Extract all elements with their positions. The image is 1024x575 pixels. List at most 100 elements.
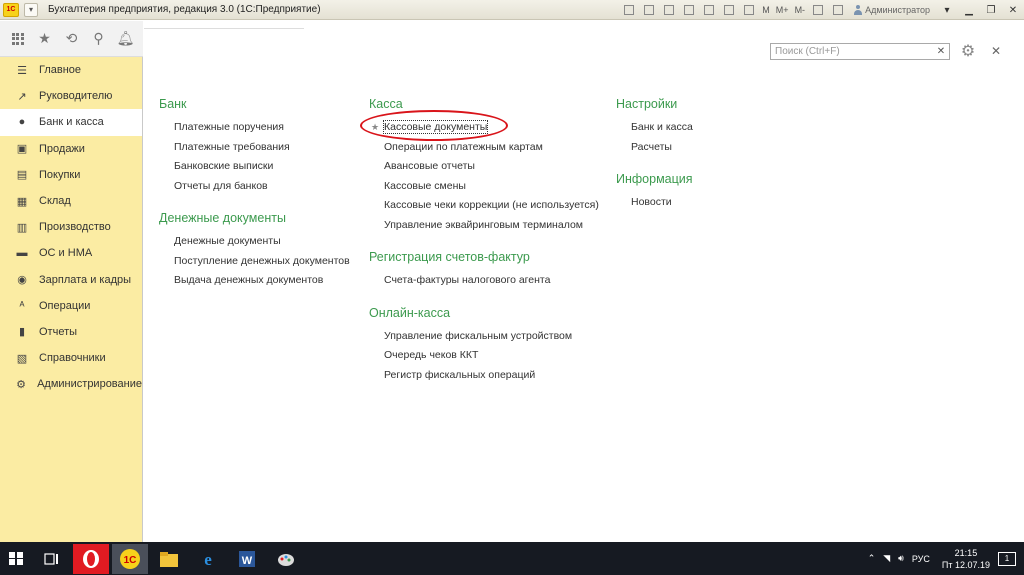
upload-icon[interactable] <box>681 3 697 17</box>
basket-icon: ▤ <box>16 169 28 182</box>
nav-link-label: Кассовые смены <box>384 179 466 192</box>
user-menu[interactable]: Администратор <box>854 5 930 15</box>
menu-lines-icon: ☰ <box>17 64 27 77</box>
zoom-icon[interactable] <box>810 3 826 17</box>
group-title[interactable]: Онлайн-касса <box>369 305 599 321</box>
paint-icon[interactable] <box>268 544 304 574</box>
group-title[interactable]: Денежные документы <box>159 210 350 226</box>
sidebar-item-label: Отчеты <box>39 325 78 338</box>
sidebar-item[interactable]: ⚙ Администрирование <box>0 371 142 397</box>
nav-link[interactable]: Банковские выписки <box>174 157 350 177</box>
nav-link[interactable]: Авансовые отчеты <box>384 157 599 177</box>
start-button[interactable] <box>0 542 32 575</box>
user-name: Администратор <box>865 5 930 15</box>
sidebar-item[interactable]: ▥ Производство <box>0 214 142 240</box>
group-title[interactable]: Настройки <box>616 96 693 112</box>
onec-app-icon[interactable]: 1C <box>111 543 148 574</box>
nav-link[interactable]: Кассовые смены <box>384 177 599 197</box>
nav-link[interactable]: Управление фискальным устройством <box>384 327 599 347</box>
preview-icon[interactable] <box>661 3 677 17</box>
search-icon[interactable]: ⚲ <box>89 29 109 49</box>
info-icon[interactable] <box>830 3 846 17</box>
sidebar-item[interactable]: ▣ Продажи <box>0 136 142 162</box>
maximize-button[interactable]: ❐ <box>980 0 1002 20</box>
settings-gear-icon[interactable]: ⚙ <box>958 41 978 61</box>
memory-plus-button[interactable]: M+ <box>776 5 789 15</box>
sidebar-item[interactable]: ↗ Руководителю <box>0 83 142 109</box>
sidebar-item-label: Склад <box>39 195 71 208</box>
search-input[interactable]: Поиск (Ctrl+F) <box>770 43 934 60</box>
nav-link[interactable]: Отчеты для банков <box>174 177 350 197</box>
history-icon[interactable]: ⟲ <box>62 29 82 49</box>
opera-icon[interactable] <box>72 543 109 574</box>
sidebar-item[interactable]: ▬ ОС и НМА <box>0 240 142 266</box>
nav-link[interactable]: Денежные документы <box>174 232 350 252</box>
nav-link[interactable]: Выдача денежных документов <box>174 271 350 291</box>
notifications-icon[interactable]: 1 <box>998 551 1016 566</box>
search-clear-icon[interactable]: ✕ <box>933 43 950 60</box>
nav-link[interactable]: Регистр фискальных операций <box>384 366 599 386</box>
sidebar-item[interactable]: ▮ Отчеты <box>0 319 142 345</box>
nav-link[interactable]: Счета-фактуры налогового агента <box>384 271 599 291</box>
sidebar-item[interactable]: ◉ Зарплата и кадры <box>0 267 142 293</box>
home-tab[interactable] <box>144 21 304 29</box>
word-icon[interactable]: W <box>229 544 265 574</box>
tray-up-arrow-icon[interactable]: ⌃ <box>868 553 876 564</box>
car-icon: ▬ <box>16 247 28 260</box>
sidebar-item-label: Производство <box>39 221 111 234</box>
nav-link[interactable]: Расчеты <box>631 138 693 158</box>
volume-icon[interactable]: 🔊︎ <box>898 553 904 564</box>
column-bank: Банк Платежные поручения Платежные требова… <box>159 96 350 305</box>
save-icon[interactable] <box>621 3 637 17</box>
column-settings: Настройки Банк и касса Расчеты Информация Но… <box>616 96 693 227</box>
nav-link[interactable]: Платежные поручения <box>174 118 350 138</box>
close-window-button[interactable]: ✕ <box>1002 0 1024 20</box>
print-icon[interactable] <box>641 3 657 17</box>
nav-link[interactable]: Банк и касса <box>631 118 693 138</box>
bell-icon[interactable]: 🔔︎ <box>116 29 136 49</box>
sidebar-item[interactable]: ▧ Справочники <box>0 345 142 371</box>
group-title[interactable]: Регистрация счетов-фактур <box>369 249 599 265</box>
nav-link[interactable]: Кассовые чеки коррекции (не используется… <box>384 196 599 216</box>
group-title[interactable]: Касса <box>369 96 599 112</box>
task-view-icon[interactable] <box>34 544 70 574</box>
nav-link[interactable]: ★ Кассовые документы <box>371 118 599 138</box>
clock[interactable]: 21:15 Пт 12.07.19 <box>942 547 990 571</box>
memory-button[interactable]: M <box>762 5 770 15</box>
internet-explorer-icon[interactable]: e <box>190 544 226 574</box>
sidebar-item[interactable]: ▤ Покупки <box>0 162 142 188</box>
link-icon[interactable] <box>701 3 717 17</box>
window-menu-icon[interactable]: ▾ <box>936 0 958 20</box>
group-title[interactable]: Информация <box>616 171 693 187</box>
language-indicator[interactable]: РУС <box>912 554 930 564</box>
nav-link[interactable]: Новости <box>631 193 693 213</box>
nav-link[interactable]: Поступление денежных документов <box>174 252 350 272</box>
apps-grid-icon[interactable] <box>8 29 28 49</box>
main-menu-button[interactable]: ▾ <box>24 2 38 17</box>
sidebar-item[interactable]: ● Банк и касса <box>0 109 142 136</box>
nav-link[interactable]: Очередь чеков ККТ <box>384 346 599 366</box>
nav-link-label: Новости <box>631 196 672 208</box>
favorites-star-icon[interactable]: ★ <box>35 29 55 49</box>
sidebar-item-label: Администрирование <box>37 378 142 391</box>
window-title: Бухгалтерия предприятия, редакция 3.0 (1… <box>48 4 321 15</box>
group-title[interactable]: Банк <box>159 96 350 112</box>
minimize-button[interactable]: ▁ <box>958 0 980 20</box>
nav-link-label: Управление фискальным устройством <box>384 329 573 342</box>
close-section-icon[interactable]: ✕ <box>988 42 1004 60</box>
sidebar-item[interactable]: ᴬ Операции <box>0 293 142 319</box>
nav-link[interactable]: Управление эквайринговым терминалом <box>384 216 599 236</box>
calendar-icon[interactable] <box>741 3 757 17</box>
svg-text:e: e <box>204 550 212 569</box>
nav-link[interactable]: Операции по платежным картам <box>384 138 599 158</box>
memory-minus-button[interactable]: M- <box>795 5 806 15</box>
calculator-icon[interactable] <box>721 3 737 17</box>
sidebar-item[interactable]: ☰ Главное <box>0 57 142 83</box>
nav-link[interactable]: Платежные требования <box>174 138 350 158</box>
file-explorer-icon[interactable] <box>151 544 187 574</box>
wifi-icon[interactable]: ◥ <box>883 553 890 564</box>
cart-icon: ▣ <box>16 143 28 156</box>
windows-taskbar: 1C e W ⌃ ◥ 🔊︎ РУС 21:15 Пт 12.07.19 1 <box>0 542 1024 575</box>
sidebar-item[interactable]: ▦ Склад <box>0 188 142 214</box>
favorite-star-icon[interactable]: ★ <box>371 118 379 138</box>
